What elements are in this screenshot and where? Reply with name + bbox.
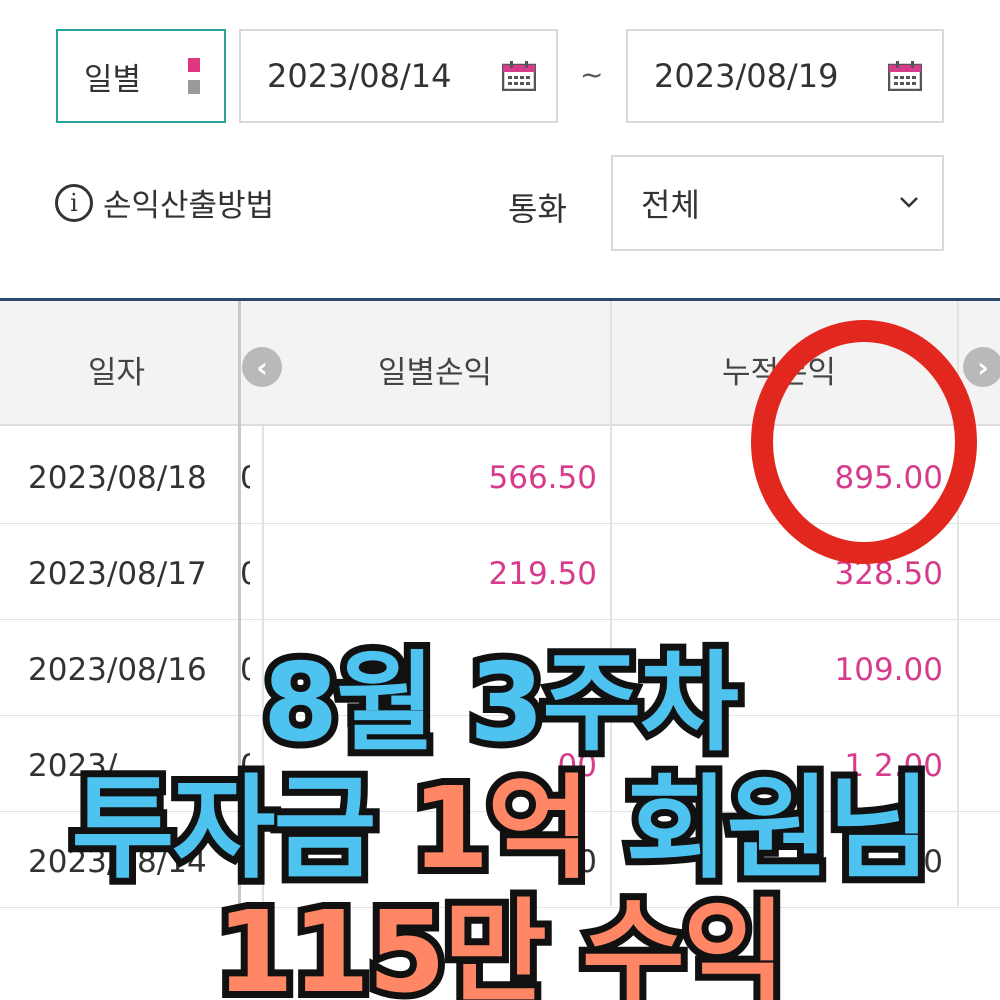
scroll-right-button[interactable]: › [963, 347, 1000, 387]
currency-value: 전체 [641, 186, 700, 224]
calendar-icon[interactable] [888, 61, 922, 91]
header-daily-profit: 일별손익 [378, 355, 493, 391]
info-icon: i [55, 183, 93, 222]
profit-calculation-info-link[interactable]: i 손익산출방법 [55, 180, 274, 225]
period-select[interactable]: 일별 [56, 29, 226, 123]
row-daily-profit: 566.50 [488, 460, 597, 496]
currency-label: 통화 [508, 190, 567, 228]
end-date-value: 2023/08/19 [654, 57, 839, 95]
row-date: 2023/08/18 [28, 460, 207, 496]
info-label: 손익산출방법 [103, 188, 275, 224]
calendar-icon[interactable] [502, 61, 536, 91]
row-cut-value: 0 [240, 460, 250, 496]
highlight-circle [751, 320, 977, 564]
row-cut-value: 0 [240, 556, 250, 592]
chevron-down-icon [900, 197, 918, 208]
end-date-field[interactable]: 2023/08/19 [626, 29, 944, 123]
row-daily-profit: 219.50 [488, 556, 597, 592]
caption-line-3: 115만 수익 [209, 881, 793, 1000]
currency-select[interactable]: 전체 [611, 155, 944, 251]
row-date: 2023/08/17 [28, 556, 207, 592]
scroll-left-button[interactable]: ‹ [242, 347, 282, 387]
start-date-field[interactable]: 2023/08/14 [239, 29, 558, 123]
header-date: 일자 [88, 355, 146, 391]
period-label: 일별 [84, 61, 142, 98]
period-toggle-icon[interactable] [188, 58, 200, 94]
start-date-value: 2023/08/14 [267, 57, 452, 95]
date-range-separator: ~ [580, 58, 604, 91]
